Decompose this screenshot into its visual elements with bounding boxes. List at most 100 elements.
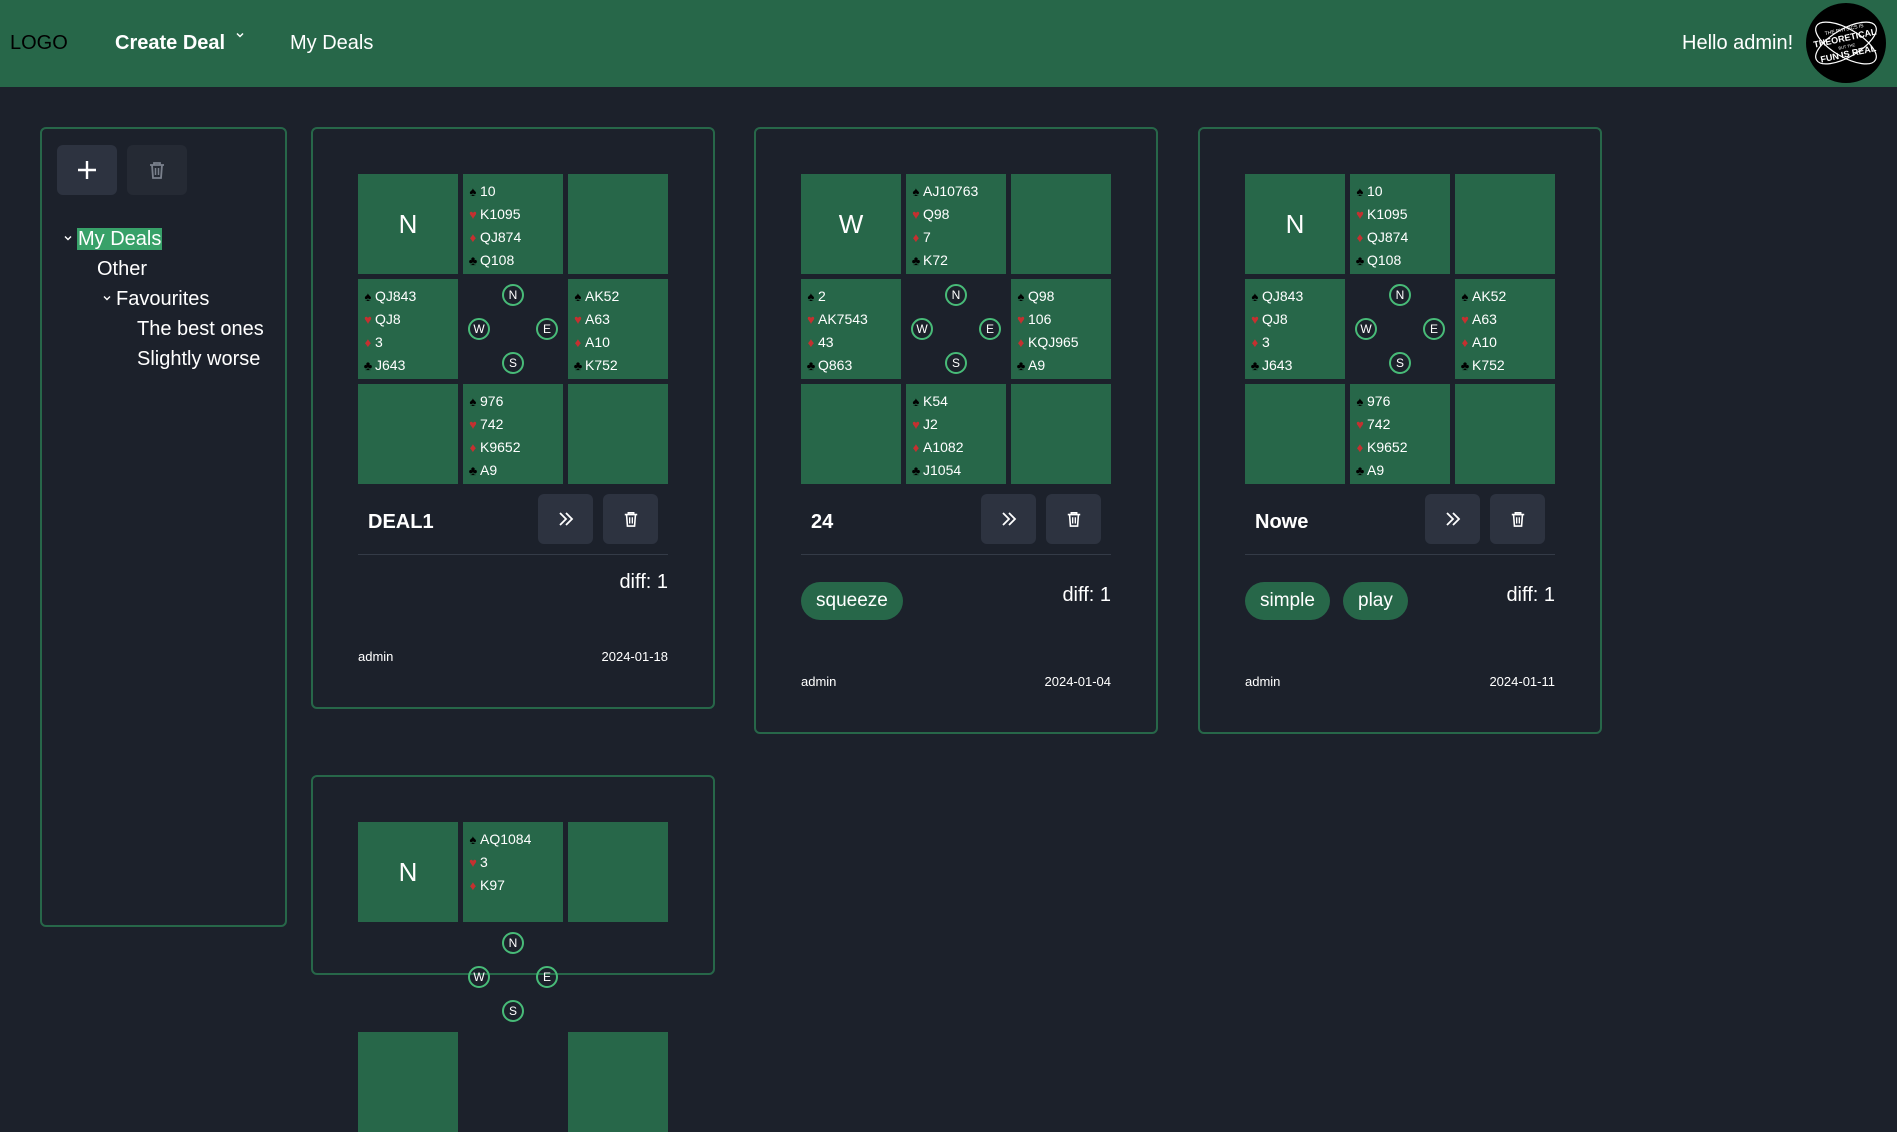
double-chevron-right-icon bbox=[558, 512, 573, 526]
compass-s: S bbox=[502, 1000, 524, 1022]
deal-title: 24 bbox=[811, 511, 834, 533]
tree-item-favourites[interactable]: Favourites bbox=[102, 288, 209, 311]
hand-east: ♠ Q98 ♥ 106 ♦ KQJ965 ♣ A9 bbox=[1011, 279, 1111, 379]
suit-row: ♦ 43 bbox=[804, 331, 901, 354]
tag-badge[interactable]: squeeze bbox=[801, 582, 903, 620]
difficulty-label: diff: 1 bbox=[1506, 584, 1555, 606]
tree-item-label: My Deals bbox=[77, 228, 163, 250]
holding: 3 bbox=[480, 854, 488, 870]
hand-west: ♠ QJ843 ♥ QJ8 ♦ 3 ♣ J643 bbox=[358, 279, 458, 379]
holding: A9 bbox=[1028, 357, 1046, 373]
holding: AK7543 bbox=[818, 311, 868, 327]
club-icon: ♣ bbox=[573, 358, 583, 373]
open-deal-button[interactable] bbox=[1425, 494, 1480, 544]
compass-n: N bbox=[502, 932, 524, 954]
suit-row: ♦ K9652 bbox=[1353, 436, 1450, 459]
holding: 106 bbox=[1028, 311, 1052, 327]
diamond-icon: ♦ bbox=[364, 335, 372, 350]
hand-south: ♠ 976 ♥ 742 ♦ K9652 ♣ A9 bbox=[463, 384, 563, 484]
compass-e: E bbox=[1423, 318, 1445, 340]
suit-row: ♥ Q98 bbox=[909, 203, 1006, 226]
empty-cell bbox=[1455, 174, 1555, 274]
delete-folder-button[interactable] bbox=[127, 145, 187, 195]
deal-card[interactable]: N ♠ 10 ♥ K1095 ♦ QJ874 ♣ Q108 ♠ QJ843 ♥ QJ8 ♦ 3 ♣ J643 ♠ A… bbox=[1198, 127, 1602, 734]
suit-row: ♦ KQJ965 bbox=[1014, 331, 1111, 354]
logo[interactable]: LOGO bbox=[10, 32, 68, 55]
compass-n: N bbox=[945, 284, 967, 306]
compass-e: E bbox=[536, 318, 558, 340]
holding: A63 bbox=[585, 311, 610, 327]
club-icon: ♣ bbox=[1355, 463, 1365, 478]
holding: KQJ965 bbox=[1028, 334, 1079, 350]
empty-cell bbox=[358, 384, 458, 484]
delete-deal-button[interactable] bbox=[1490, 494, 1545, 544]
holding: 7 bbox=[923, 229, 931, 245]
suit-row: ♠ AJ10763 bbox=[909, 180, 1006, 203]
deal-card[interactable]: W ♠ AJ10763 ♥ Q98 ♦ 7 ♣ K72 ♠ 2 ♥ AK7543 ♦ 43 ♣ Q863 ♠ Q98… bbox=[754, 127, 1158, 734]
holding: QJ874 bbox=[1367, 229, 1409, 245]
tree-item-slightly-worse[interactable]: Slightly worse bbox=[137, 348, 260, 371]
suit-row: ♠ 2 bbox=[804, 285, 901, 308]
suit-row: ♥ 742 bbox=[1353, 413, 1450, 436]
spade-icon: ♠ bbox=[469, 184, 477, 199]
club-icon: ♣ bbox=[468, 253, 478, 268]
deal-grid: N ♠ AQ1084 ♥ 3 ♦ K97 N W E S bbox=[358, 822, 668, 1132]
compass-n: N bbox=[1389, 284, 1411, 306]
delete-deal-button[interactable] bbox=[1046, 494, 1101, 544]
empty-cell bbox=[568, 822, 668, 922]
holding: 3 bbox=[1262, 334, 1270, 350]
compass-s: S bbox=[1389, 352, 1411, 374]
empty-cell bbox=[1245, 384, 1345, 484]
holding: K752 bbox=[585, 357, 618, 373]
tag-badge[interactable]: play bbox=[1343, 582, 1408, 620]
tree-item-my-deals[interactable]: My Deals bbox=[63, 228, 163, 251]
suit-row: ♠ 10 bbox=[1353, 180, 1450, 203]
trash-icon bbox=[1067, 511, 1080, 527]
holding: K72 bbox=[923, 252, 948, 268]
deal-card[interactable]: N ♠ 10 ♥ K1095 ♦ QJ874 ♣ Q108 ♠ QJ843 ♥ QJ8 ♦ 3 ♣ J643 ♠ A… bbox=[311, 127, 715, 709]
holding: Q108 bbox=[480, 252, 515, 268]
nav-my-deals[interactable]: My Deals bbox=[290, 32, 373, 55]
holding: K1095 bbox=[480, 206, 521, 222]
spade-icon: ♠ bbox=[574, 289, 582, 304]
open-deal-button[interactable] bbox=[538, 494, 593, 544]
deal-title: DEAL1 bbox=[368, 511, 434, 533]
spade-icon: ♠ bbox=[1017, 289, 1025, 304]
suit-row: ♣ Q108 bbox=[1353, 249, 1450, 272]
delete-deal-button[interactable] bbox=[603, 494, 658, 544]
dealer-cell: N bbox=[358, 174, 458, 274]
top-navbar: LOGO Create Deal My Deals Hello admin! T… bbox=[0, 0, 1897, 87]
diamond-icon: ♦ bbox=[574, 335, 582, 350]
holding: AQ1084 bbox=[480, 831, 532, 847]
deal-card[interactable]: N ♠ AQ1084 ♥ 3 ♦ K97 N W E S bbox=[311, 775, 715, 1132]
compass-e: E bbox=[979, 318, 1001, 340]
holding: A1082 bbox=[923, 439, 964, 455]
empty-cell bbox=[568, 1032, 668, 1132]
author-name: admin bbox=[801, 674, 837, 689]
tree-item-other[interactable]: Other bbox=[97, 258, 147, 281]
club-icon: ♣ bbox=[468, 463, 478, 478]
compass-s: S bbox=[502, 352, 524, 374]
club-icon: ♣ bbox=[806, 358, 816, 373]
tag-badge[interactable]: simple bbox=[1245, 582, 1330, 620]
suit-row: ♥ J2 bbox=[909, 413, 1006, 436]
holding: 976 bbox=[1367, 393, 1391, 409]
suit-row: ♣ A9 bbox=[1353, 459, 1450, 482]
open-deal-button[interactable] bbox=[981, 494, 1036, 544]
tree-item-best-ones[interactable]: The best ones bbox=[137, 318, 264, 341]
suit-row: ♦ QJ874 bbox=[1353, 226, 1450, 249]
suit-row: ♦ 3 bbox=[1248, 331, 1345, 354]
avatar[interactable]: THE PHYSICS IS THEORETICAL BUT THE FUN I… bbox=[1806, 3, 1886, 83]
empty-cell bbox=[1455, 384, 1555, 484]
holding: Q863 bbox=[818, 357, 853, 373]
heart-icon: ♥ bbox=[1356, 417, 1364, 432]
double-chevron-right-icon bbox=[1445, 512, 1460, 526]
deal-date: 2024-01-04 bbox=[1044, 674, 1112, 689]
deal-date: 2024-01-18 bbox=[601, 649, 669, 664]
holding: 742 bbox=[480, 416, 504, 432]
heart-icon: ♥ bbox=[1461, 312, 1469, 327]
add-folder-button[interactable] bbox=[57, 145, 117, 195]
holding: AJ10763 bbox=[923, 183, 979, 199]
deal-grid: W ♠ AJ10763 ♥ Q98 ♦ 7 ♣ K72 ♠ 2 ♥ AK7543 ♦ 43 ♣ Q863 ♠ Q98… bbox=[801, 174, 1111, 484]
create-deal-menu[interactable]: Create Deal bbox=[115, 32, 244, 55]
